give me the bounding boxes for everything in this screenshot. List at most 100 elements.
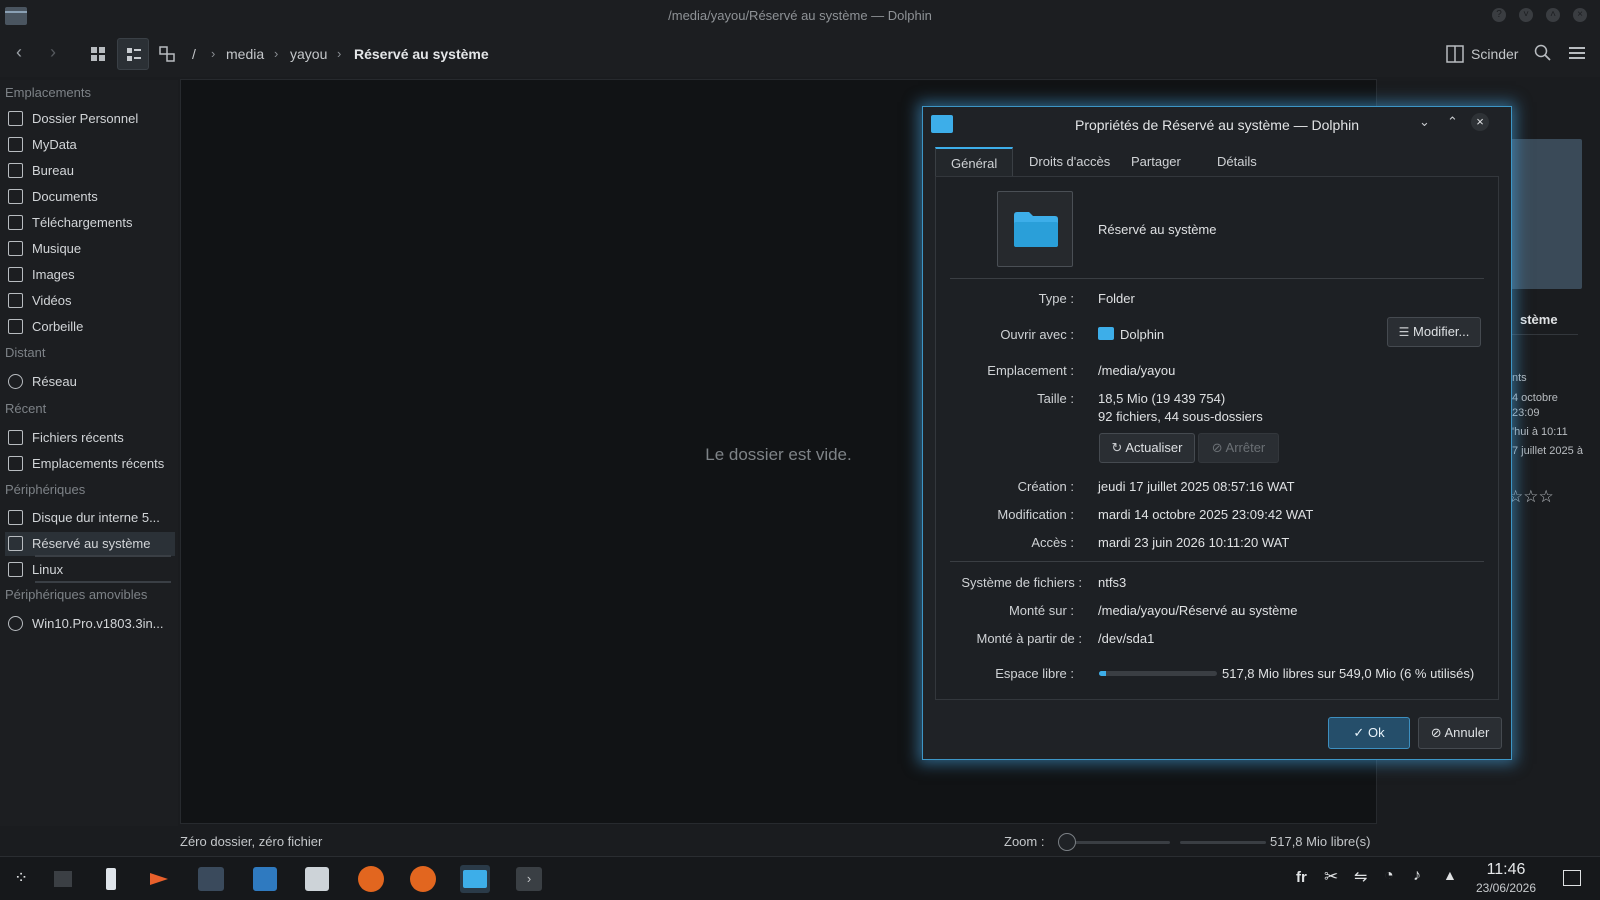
notes-task-icon[interactable] bbox=[96, 865, 126, 893]
mounted-from-value: /dev/sda1 bbox=[1098, 631, 1155, 646]
free-space-bar bbox=[1180, 841, 1266, 844]
maximize-icon[interactable]: ˄ bbox=[1546, 8, 1560, 22]
places-sidebar: Emplacements Dossier Personnel MyData Bu… bbox=[0, 80, 178, 840]
ok-button[interactable]: ✓ Ok bbox=[1328, 717, 1410, 749]
store-task-icon[interactable] bbox=[250, 865, 280, 893]
clock-time[interactable]: 11:46 bbox=[1474, 861, 1538, 879]
zoom-slider-handle[interactable] bbox=[1058, 833, 1076, 851]
clock-date[interactable]: 23/06/2026 bbox=[1468, 881, 1544, 895]
sidebar-item-recent-files[interactable]: Fichiers récents bbox=[5, 426, 175, 450]
dolphin-icon bbox=[1098, 327, 1114, 340]
home-icon bbox=[8, 111, 23, 126]
cancel-icon: ⊘ bbox=[1430, 725, 1442, 740]
icons-view-icon[interactable] bbox=[90, 46, 106, 62]
breadcrumb-root[interactable]: / bbox=[192, 46, 196, 62]
sidebar-item-linux[interactable]: Linux bbox=[5, 558, 175, 582]
rating-stars-icon[interactable]: ☆☆☆ bbox=[1508, 487, 1554, 507]
type-label: Type : bbox=[1038, 291, 1074, 306]
breadcrumb-yayou[interactable]: yayou bbox=[290, 46, 327, 62]
section-title: Périphériques bbox=[5, 482, 86, 497]
window-titlebar: /media/yayou/Réservé au système — Dolphi… bbox=[0, 0, 1600, 32]
sidebar-item-videos[interactable]: Vidéos bbox=[5, 289, 175, 313]
tab-general[interactable]: Général bbox=[935, 147, 1014, 177]
location-label: Emplacement : bbox=[987, 363, 1074, 378]
console-task-icon[interactable]: › bbox=[514, 865, 544, 893]
settings-task-icon[interactable] bbox=[196, 865, 226, 893]
modified-label: Modification : bbox=[997, 507, 1074, 522]
keyboard-layout[interactable]: fr bbox=[1296, 869, 1307, 886]
volume-icon[interactable]: ♪ bbox=[1413, 867, 1421, 885]
split-view-icon[interactable] bbox=[1446, 45, 1464, 63]
tab-permissions[interactable]: Droits d'accès bbox=[1014, 147, 1125, 177]
chevron-down-icon[interactable]: ⌄ bbox=[1419, 114, 1430, 130]
info-line: 7 juillet 2025 à bbox=[1512, 445, 1583, 457]
disc-icon bbox=[8, 616, 23, 631]
sidebar-item-system-reserved[interactable]: Réservé au système bbox=[5, 532, 175, 556]
sidebar-item-music[interactable]: Musique bbox=[5, 237, 175, 261]
sidebar-item-images[interactable]: Images bbox=[5, 263, 175, 287]
tab-share[interactable]: Partager bbox=[1116, 147, 1196, 177]
wifi-icon[interactable]: ◔ bbox=[1384, 867, 1394, 885]
search-icon[interactable] bbox=[1534, 44, 1552, 62]
network-transfer-icon[interactable]: ⇋ bbox=[1354, 867, 1367, 887]
mounted-on-label: Monté sur : bbox=[1008, 603, 1074, 618]
dolphin-task-icon[interactable] bbox=[460, 865, 490, 893]
location-value: /media/yayou bbox=[1098, 363, 1176, 378]
created-label: Création : bbox=[1017, 479, 1074, 494]
split-button[interactable]: Scinder bbox=[1471, 46, 1518, 62]
sidebar-item-internal-disk[interactable]: Disque dur interne 5... bbox=[5, 506, 175, 530]
drive-icon bbox=[8, 510, 23, 525]
help-icon[interactable]: ? bbox=[1492, 8, 1506, 22]
sidebar-item-downloads[interactable]: Téléchargements bbox=[5, 211, 175, 235]
folder-name[interactable]: Réservé au système bbox=[1098, 222, 1217, 237]
sidebar-item-desktop[interactable]: Bureau bbox=[5, 159, 175, 183]
media-task-icon[interactable] bbox=[144, 865, 174, 893]
firefox-task-icon[interactable] bbox=[408, 865, 438, 893]
tab-details[interactable]: Détails bbox=[1202, 147, 1272, 177]
disk-usage-task-icon[interactable] bbox=[302, 865, 332, 893]
dialog-close-icon[interactable]: × bbox=[1471, 113, 1489, 131]
zoom-slider-track[interactable] bbox=[1060, 841, 1170, 844]
breadcrumb-media[interactable]: media bbox=[226, 46, 264, 62]
stop-button[interactable]: ⊘ Arrêter bbox=[1198, 433, 1279, 463]
sidebar-item-documents[interactable]: Documents bbox=[5, 185, 175, 209]
sidebar-item-home[interactable]: Dossier Personnel bbox=[5, 107, 175, 131]
type-value: Folder bbox=[1098, 291, 1135, 306]
compact-view-button[interactable] bbox=[117, 38, 149, 70]
sidebar-item-removable[interactable]: Win10.Pro.v1803.3in... bbox=[5, 612, 175, 636]
terminal-task-icon[interactable] bbox=[48, 865, 78, 893]
scissors-icon[interactable]: ✂ bbox=[1324, 867, 1338, 887]
general-tab-panel: Réservé au système Type : Folder Ouvrir … bbox=[935, 176, 1499, 700]
folder-icon-button[interactable] bbox=[997, 191, 1073, 267]
hamburger-menu-icon[interactable] bbox=[1569, 45, 1587, 61]
modify-button[interactable]: ☰ Modifier... bbox=[1387, 317, 1481, 347]
section-title: Distant bbox=[5, 345, 46, 360]
forward-arrow-icon[interactable]: › bbox=[50, 42, 56, 63]
chevron-up-icon[interactable]: ⌃ bbox=[1447, 114, 1458, 130]
tray-expand-icon[interactable]: ▲ bbox=[1443, 867, 1457, 883]
cancel-button[interactable]: ⊘ Annuler bbox=[1418, 717, 1502, 749]
close-icon[interactable]: × bbox=[1573, 8, 1587, 22]
info-line: 23:09 bbox=[1512, 407, 1540, 419]
desktop-icon bbox=[8, 163, 23, 178]
minimize-icon[interactable]: ˅ bbox=[1519, 8, 1533, 22]
details-view-icon[interactable] bbox=[159, 46, 175, 62]
sidebar-item-recent-locations[interactable]: Emplacements récents bbox=[5, 452, 175, 476]
check-icon: ✓ bbox=[1353, 725, 1365, 740]
mounted-on-value: /media/yayou/Réservé au système bbox=[1098, 603, 1298, 618]
size-detail: 92 fichiers, 44 sous-dossiers bbox=[1098, 409, 1263, 424]
show-desktop-icon[interactable] bbox=[1563, 870, 1581, 886]
sidebar-item-trash[interactable]: Corbeille bbox=[5, 315, 175, 339]
accessed-value: mardi 23 juin 2026 10:11:20 WAT bbox=[1098, 535, 1290, 550]
sidebar-item-network[interactable]: Réseau bbox=[5, 370, 175, 394]
breadcrumb-separator-icon: › bbox=[274, 46, 279, 61]
launcher-icon[interactable]: ⁘ bbox=[14, 868, 34, 888]
sidebar-item-mydata[interactable]: MyData bbox=[5, 133, 175, 157]
breadcrumb-current[interactable]: Réservé au système bbox=[354, 46, 489, 62]
folder-icon bbox=[8, 137, 23, 152]
refresh-button[interactable]: ↻ Actualiser bbox=[1099, 433, 1195, 463]
back-arrow-icon[interactable]: ‹ bbox=[16, 42, 22, 63]
firefox-task-icon[interactable] bbox=[356, 865, 386, 893]
divider bbox=[950, 278, 1484, 279]
music-icon bbox=[8, 241, 23, 256]
